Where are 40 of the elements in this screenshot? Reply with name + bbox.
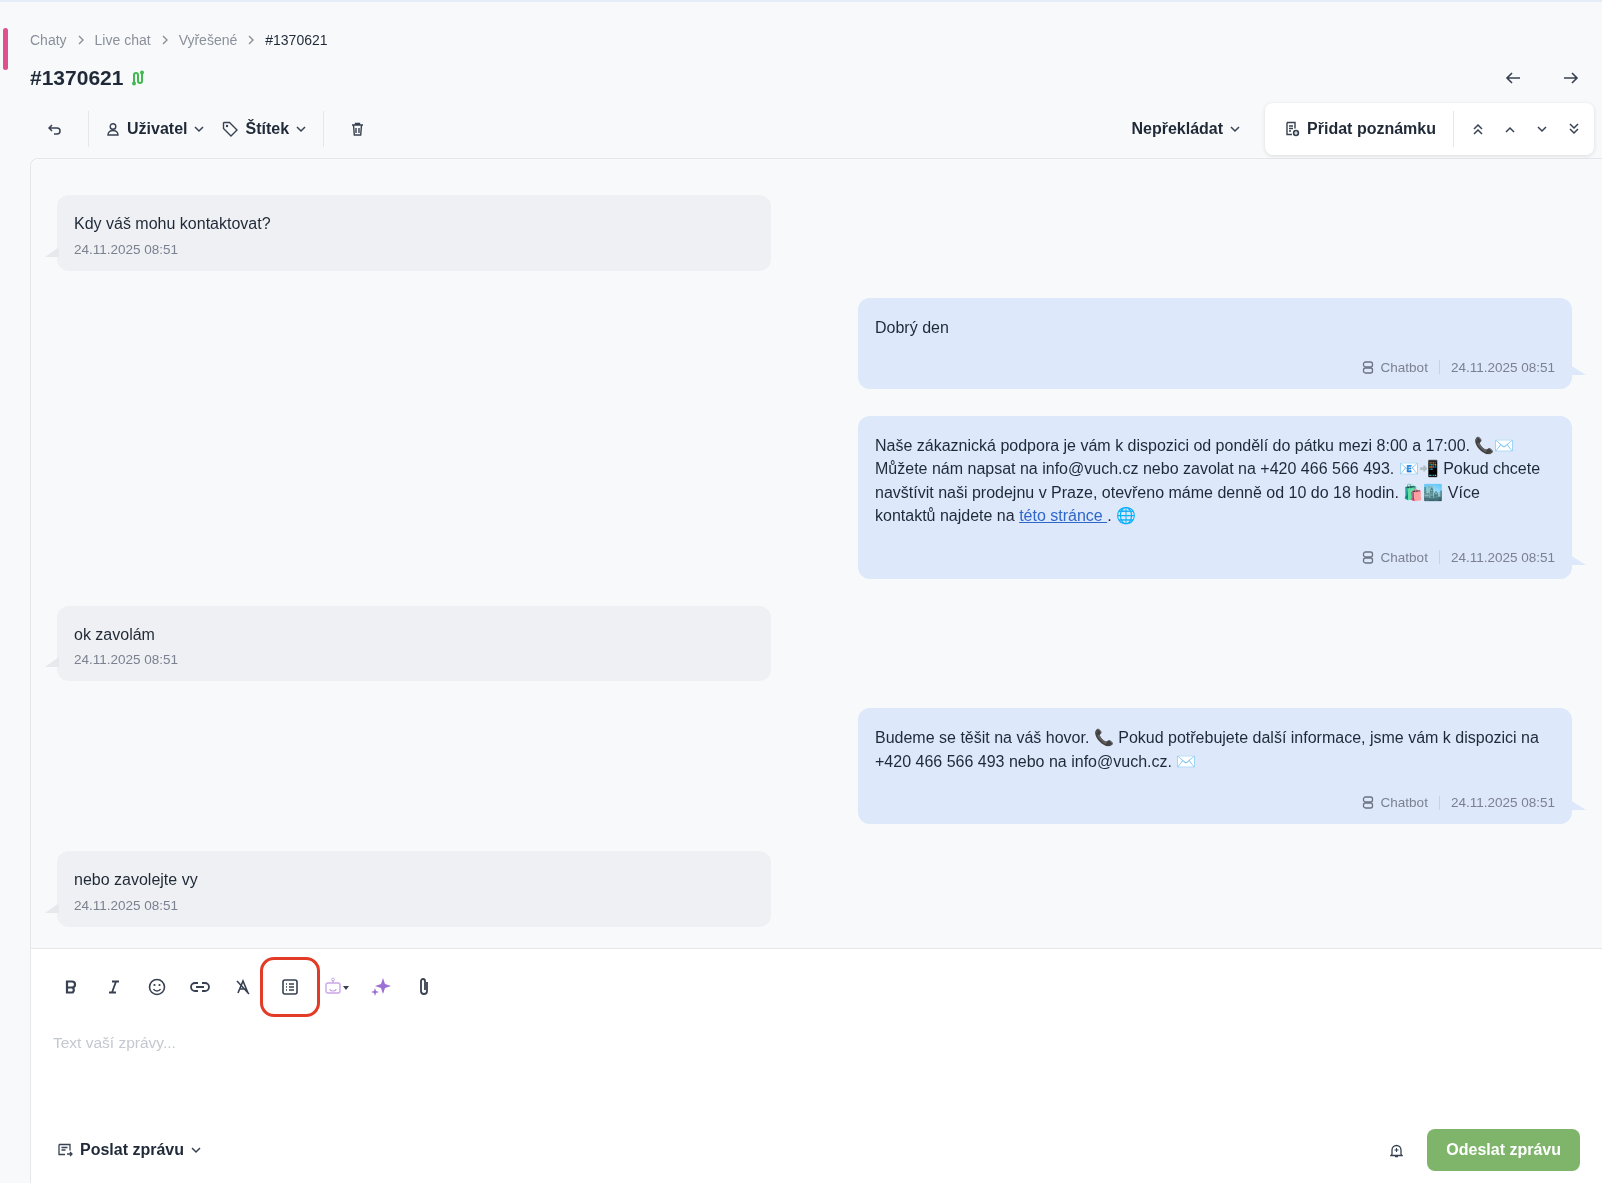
chevron-icon [76, 35, 85, 45]
route-icon [131, 70, 146, 86]
message-send-icon [58, 1143, 73, 1157]
bot-icon [1361, 360, 1374, 374]
message-time: 24.11.2025 08:51 [74, 652, 179, 667]
message-time: 24.11.2025 08:51 [74, 897, 179, 913]
bot-icon [1361, 796, 1374, 809]
user-dropdown[interactable]: Uživatel [97, 114, 214, 144]
accent-bar [3, 28, 8, 70]
chevron-icon [247, 35, 256, 45]
message-text: ok zavolám [74, 624, 156, 645]
send-mode-dropdown[interactable]: Poslat zprávu [49, 1135, 211, 1165]
caret-icon [296, 125, 307, 133]
message-time: 24.11.2025 08:51 [74, 241, 179, 257]
chevron-icon [160, 35, 169, 45]
person-icon [106, 122, 120, 136]
sender-name: Chatbot [1380, 359, 1428, 375]
caret-icon [1230, 125, 1241, 133]
message-time: 24.11.2025 08:51 [1450, 359, 1555, 375]
message-link[interactable]: této stránce [1019, 507, 1108, 524]
add-note-button[interactable]: Přidat poznámku [1275, 114, 1445, 144]
list-tool-icon[interactable] [260, 957, 320, 1017]
sender-name: Chatbot [1380, 549, 1428, 565]
bot-icon [1361, 550, 1374, 564]
message-text: Dobrý den [875, 317, 950, 338]
message-text: Naše zákaznická podpora je vám k dispozici od pondělí do pátku mezi 8:00 a 17:00. 📞✉ Můžete nám napsat na info@vuch.cz nebo zavolat na +420 466 566 493. 📧📲 Pokud chcete navštívit naši prodejnu v Praze, otevřeno máme denně od 10 do 18 hodin. 🛍🏙 Více kontaktů najdete na této stránce . 🌐 [875, 435, 1542, 527]
message-text: nebo zavolejte vy [74, 870, 199, 890]
message-text: Budeme se těšit na váš hovor. 📞 Pokud potřebujete další informace, jsme vám k dispozici na +420 466 566 493 nebo na info@vuch.cz. ✉ [875, 728, 1540, 772]
message-time: 24.11.2025 08:51 [1450, 549, 1555, 565]
translate-dropdown[interactable]: Nepřekládat [1122, 114, 1250, 144]
chat-title: #1370621 [30, 66, 124, 90]
message-time: 24.11.2025 08:51 [1450, 795, 1555, 810]
caret-icon [194, 125, 205, 133]
caret-icon [191, 1146, 202, 1154]
message-text: Kdy váš mohu kontaktovat? [74, 214, 272, 234]
sender-name: Chatbot [1380, 795, 1428, 810]
tag-dropdown[interactable]: Štítek [213, 114, 316, 144]
tag-icon [222, 121, 239, 137]
note-add-icon [1284, 121, 1301, 137]
breadcrumb-current: #1370621 [265, 32, 328, 48]
